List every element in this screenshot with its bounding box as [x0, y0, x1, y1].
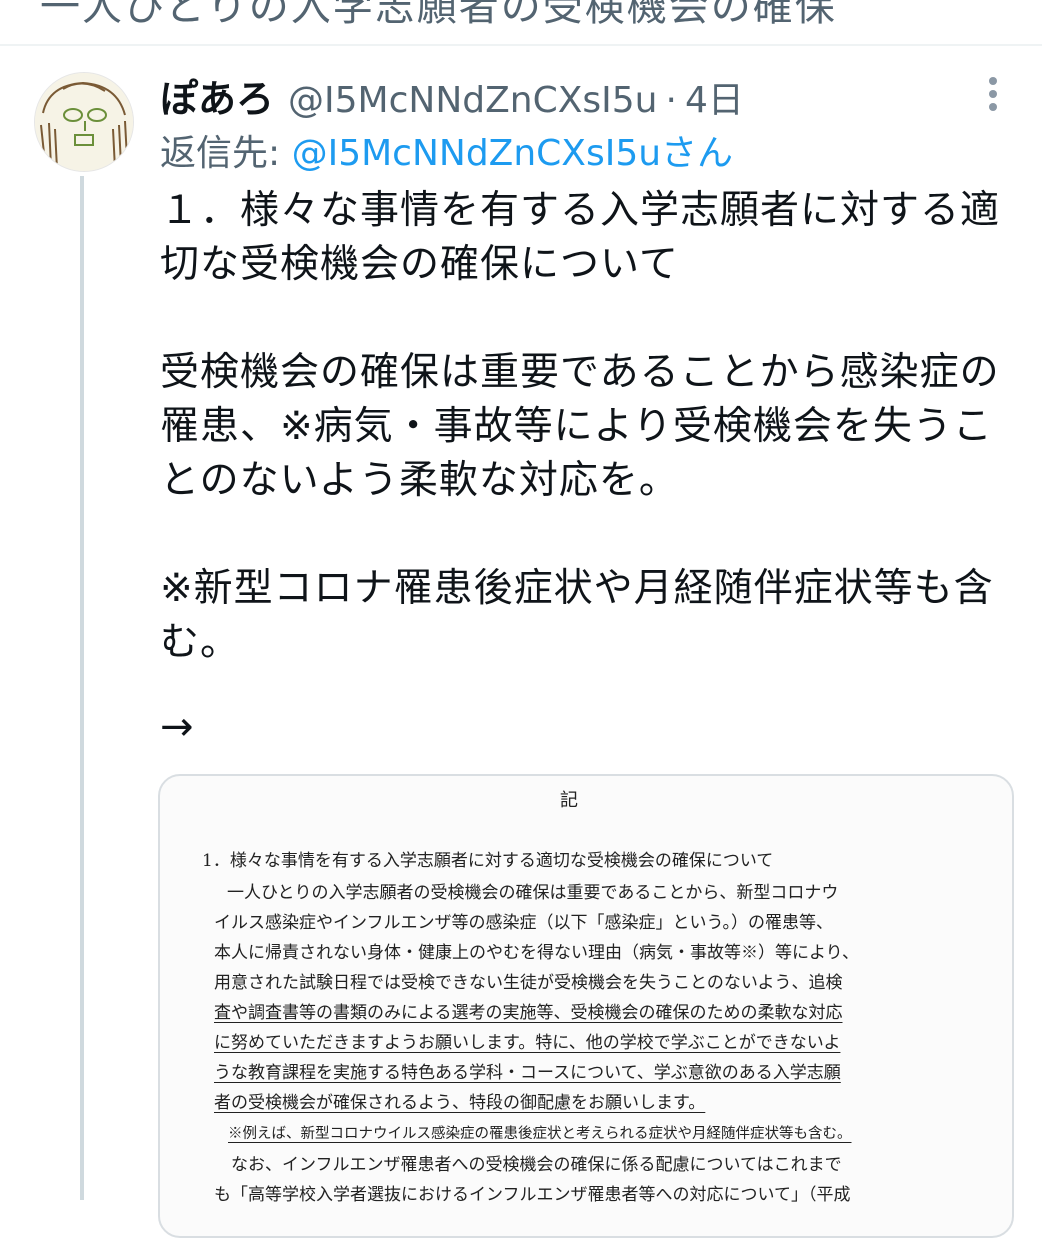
document-scan: 記 1．様々な事情を有する入学志願者に対する適切な受検機会の確保について 一人ひ…: [160, 776, 1012, 1236]
thread-line: [80, 176, 84, 1200]
more-options-icon[interactable]: [978, 74, 1008, 114]
document-line: 本人に帰責されない身体・健康上のやむを得ない理由（病気・事故等※）等により、: [214, 943, 859, 963]
document-note-line: ※例えば、新型コロナウイルス感染症の罹患後症状と考えられる症状や月経随伴症状等も…: [228, 1126, 852, 1142]
tweet-text-blank-line: [160, 292, 1020, 346]
document-line-underlined: に努めていただきますようお願いします。特に、他の学校で学ぶことができないよ: [214, 1033, 841, 1053]
avatar[interactable]: [34, 72, 134, 172]
previous-tweet-text-fragment: 一人ひとりの入学志願者の受検機会の確保: [40, 0, 837, 30]
document-line-underlined: 査や調査書等の書類のみによる選考の実施等、受検機会の確保のための柔軟な対応: [214, 1003, 843, 1023]
tweet-header: ぽあろ @I5McNNdZnCXsI5u · 4日: [160, 68, 744, 121]
document-line-underlined: うな教育課程を実施する特色ある学科・コースについて、学ぶ意欲のある入学志願: [214, 1063, 841, 1083]
document-line: なお、インフルエンザ罹患者への受検機会の確保に係る配慮についてはこれまで: [214, 1155, 842, 1175]
divider: [0, 44, 1042, 46]
tweet-text-line: 受検機会の確保は重要であることから感染症の: [160, 350, 1000, 395]
document-line: 用意された試験日程では受検できない生徒が受検機会を失うことのないよう、追検: [214, 973, 843, 993]
document-line: 一人ひとりの入学志願者の受検機会の確保は重要であることから、新型コロナウ: [210, 883, 839, 903]
separator-dot: ·: [665, 80, 677, 121]
tweet-text-line: 切な受検機会の確保について: [160, 242, 679, 287]
tweet-text-line: １．様々な事情を有する入学志願者に対する適: [160, 188, 1001, 233]
display-name[interactable]: ぽあろ: [160, 68, 274, 123]
reply-to-user-link[interactable]: @I5McNNdZnCXsI5uさん: [292, 133, 733, 174]
tweet-text-line: 罹患、※病気・事故等により受検機会を失うこ: [160, 404, 993, 449]
tweet-text-blank-line: [160, 508, 1020, 562]
user-handle[interactable]: @I5McNNdZnCXsI5u: [288, 80, 657, 121]
tweet-text-line: ※新型コロナ罹患後症状や月経随伴症状等も含: [160, 566, 994, 611]
document-line: 1．様々な事情を有する入学志願者に対する適切な受検機会の確保について: [202, 851, 774, 871]
replying-to: 返信先: @I5McNNdZnCXsI5uさん: [160, 124, 733, 176]
document-line: も「高等学校入学者選抜におけるインフルエンザ罹患者等への対応について」（平成: [214, 1185, 851, 1205]
tweet-text-line: む。: [160, 620, 241, 665]
tweet-text: １．様々な事情を有する入学志願者に対する適 切な受検機会の確保について 受検機会…: [160, 184, 1020, 670]
document-heading: 記: [560, 790, 578, 811]
reply-to-label: 返信先:: [160, 133, 292, 174]
document-line-underlined: 者の受検機会が確保されるよう、特段の御配慮をお願いします。: [214, 1093, 706, 1113]
attached-image[interactable]: 記 1．様々な事情を有する入学志願者に対する適切な受検機会の確保について 一人ひ…: [158, 774, 1014, 1238]
tweet-text-line: とのないよう柔軟な対応を。: [160, 458, 679, 503]
document-line: イルス感染症やインフルエンザ等の感染症（以下「感染症」という。）の罹患等、: [214, 913, 833, 933]
timestamp[interactable]: 4日: [685, 71, 744, 123]
arrow-text: →: [160, 704, 194, 750]
avatar-drawing-icon: [35, 73, 133, 171]
